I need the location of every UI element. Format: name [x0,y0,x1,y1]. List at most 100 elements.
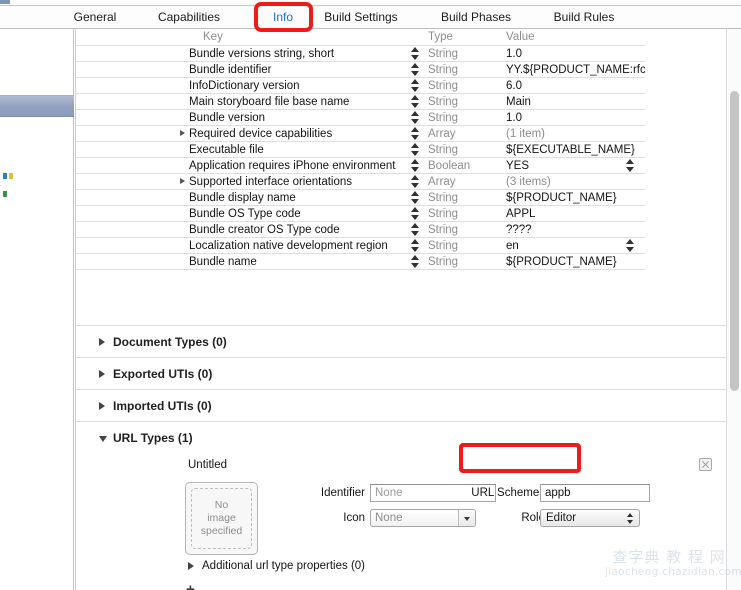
tab-general[interactable]: General [66,6,124,29]
tab-info[interactable]: Info [262,6,304,29]
section-header[interactable]: Imported UTIs (0) [75,389,741,421]
plist-row-type[interactable]: Boolean [428,158,470,174]
plist-row-type[interactable]: String [428,238,458,254]
plist-row-type[interactable]: String [428,94,458,110]
plist-row-value[interactable]: ${PRODUCT_NAME} [506,254,617,270]
plist-row[interactable]: Bundle identifier String YY.${PRODUCT_NAME… [75,61,645,77]
plist-row-type[interactable]: String [428,222,458,238]
section-header[interactable]: Document Types (0) [75,325,741,357]
role-popup-button[interactable]: Editor [540,509,640,527]
plist-row[interactable]: Application requires iPhone environment B… [75,157,645,173]
url-schemes-input[interactable] [540,484,650,502]
plist-row[interactable]: Localization native development region St… [75,237,645,253]
type-stepper-icon[interactable] [411,239,420,253]
tab-build-rules[interactable]: Build Rules [546,6,622,29]
plist-row-type[interactable]: String [428,206,458,222]
plist-row[interactable]: Bundle versions string, short String 1.0 [75,45,645,61]
type-stepper-icon[interactable] [411,79,420,93]
plist-row-type[interactable]: Array [428,126,455,142]
type-stepper-icon[interactable] [411,191,420,205]
plist-row-value[interactable]: ${EXECUTABLE_NAME} [506,142,635,158]
plist-row-key: Localization native development region [189,240,388,252]
role-popup-value: Editor [546,512,577,524]
image-well-line3: specified [200,525,243,537]
plist-row-value[interactable]: ???? [506,222,532,238]
plist-row-value[interactable]: 1.0 [506,46,522,62]
plist-row-value[interactable]: Main [506,94,531,110]
tab-build-phases[interactable]: Build Phases [434,6,518,29]
plist-row-type[interactable]: String [428,190,458,206]
plist-row-type[interactable]: String [428,62,458,78]
plist-row-value[interactable]: ${PRODUCT_NAME} [506,190,617,206]
plist-row[interactable]: InfoDictionary version String 6.0 [75,77,645,93]
plist-row-key: InfoDictionary version [189,80,300,92]
chevron-right-icon[interactable] [99,338,105,346]
plist-row-type[interactable]: String [428,46,458,62]
type-stepper-icon[interactable] [411,255,420,269]
chevron-down-icon[interactable] [99,436,107,442]
url-type-icon-well[interactable]: No image specified [185,482,258,555]
type-stepper-icon[interactable] [411,63,420,77]
navigator-selected-row[interactable] [0,95,74,117]
type-stepper-icon[interactable] [411,159,420,173]
plist-row-value[interactable]: YY.${PRODUCT_NAME:rfc [506,62,645,78]
plist-row-value[interactable]: APPL [506,206,535,222]
type-stepper-icon[interactable] [411,223,420,237]
type-stepper-icon[interactable] [411,127,420,141]
plist-row-value[interactable]: YES [506,158,529,174]
plist-row-key: Application requires iPhone environment [189,160,396,172]
chevron-right-icon[interactable] [99,370,105,378]
info-plist-table[interactable]: Key Type Value Bundle versions string, s… [75,29,645,270]
plist-row[interactable]: Required device capabilities Array (1 item… [75,125,645,141]
section-title: Imported UTIs (0) [113,399,212,413]
plist-row-value[interactable]: (3 items) [506,174,551,190]
type-stepper-icon[interactable] [411,143,420,157]
plist-row[interactable]: Main storyboard file base name String Main [75,93,645,109]
role-label: Role [521,512,545,524]
tab-build-settings[interactable]: Build Settings [316,6,406,29]
plist-row[interactable]: Bundle name String ${PRODUCT_NAME} [75,253,645,269]
chevron-right-icon[interactable] [188,562,194,570]
type-stepper-icon[interactable] [411,111,420,125]
close-icon[interactable] [699,458,712,471]
plist-row[interactable]: Bundle OS Type code String APPL [75,205,645,221]
value-stepper-icon[interactable] [626,159,635,173]
updown-arrows-icon[interactable] [627,513,634,525]
project-navigator-sidebar[interactable] [0,29,74,590]
chevron-right-icon[interactable] [99,402,105,410]
type-stepper-icon[interactable] [411,47,420,61]
plist-row[interactable]: Bundle creator OS Type code String???? [75,221,645,237]
window-chrome-chip [0,0,10,4]
chevron-right-icon[interactable] [180,130,185,136]
plist-row-value[interactable]: en [506,238,519,254]
tab-capabilities[interactable]: Capabilities [147,6,231,29]
editor-vertical-scrollbar[interactable] [726,29,741,590]
chevron-right-icon[interactable] [180,178,185,184]
plist-row[interactable]: Bundle display name String ${PRODUCT_NAME} [75,189,645,205]
plist-row-value[interactable]: (1 item) [506,126,545,142]
type-stepper-icon[interactable] [411,175,420,189]
icon-label: Icon [343,512,365,524]
plist-row-type[interactable]: Array [428,174,455,190]
url-type-add-row: + [75,581,741,590]
section-header[interactable]: URL Types (1) [75,421,741,453]
type-stepper-icon[interactable] [411,95,420,109]
plist-row-type[interactable]: String [428,110,458,126]
plist-row-type[interactable]: String [428,254,458,270]
plist-row-key: Main storyboard file base name [189,96,350,108]
scrollbar-thumb[interactable] [730,91,739,391]
type-stepper-icon[interactable] [411,207,420,221]
plist-row-value[interactable]: 1.0 [506,110,522,126]
plist-row-value[interactable]: 6.0 [506,78,522,94]
plist-row[interactable]: Supported interface orientations Array (3 … [75,173,645,189]
value-stepper-icon[interactable] [626,239,635,253]
plist-row-type[interactable]: String [428,142,458,158]
plist-header-row: Key Type Value [75,29,645,45]
plist-row-type[interactable]: String [428,78,458,94]
additional-url-properties-row[interactable]: Additional url type properties (0) [75,557,741,577]
add-url-type-button[interactable]: + [186,582,195,590]
plist-row-key: Bundle display name [189,192,296,204]
plist-row[interactable]: Executable file String ${EXECUTABLE_NAME} [75,141,645,157]
section-header[interactable]: Exported UTIs (0) [75,357,741,389]
plist-row[interactable]: Bundle version String 1.0 [75,109,645,125]
